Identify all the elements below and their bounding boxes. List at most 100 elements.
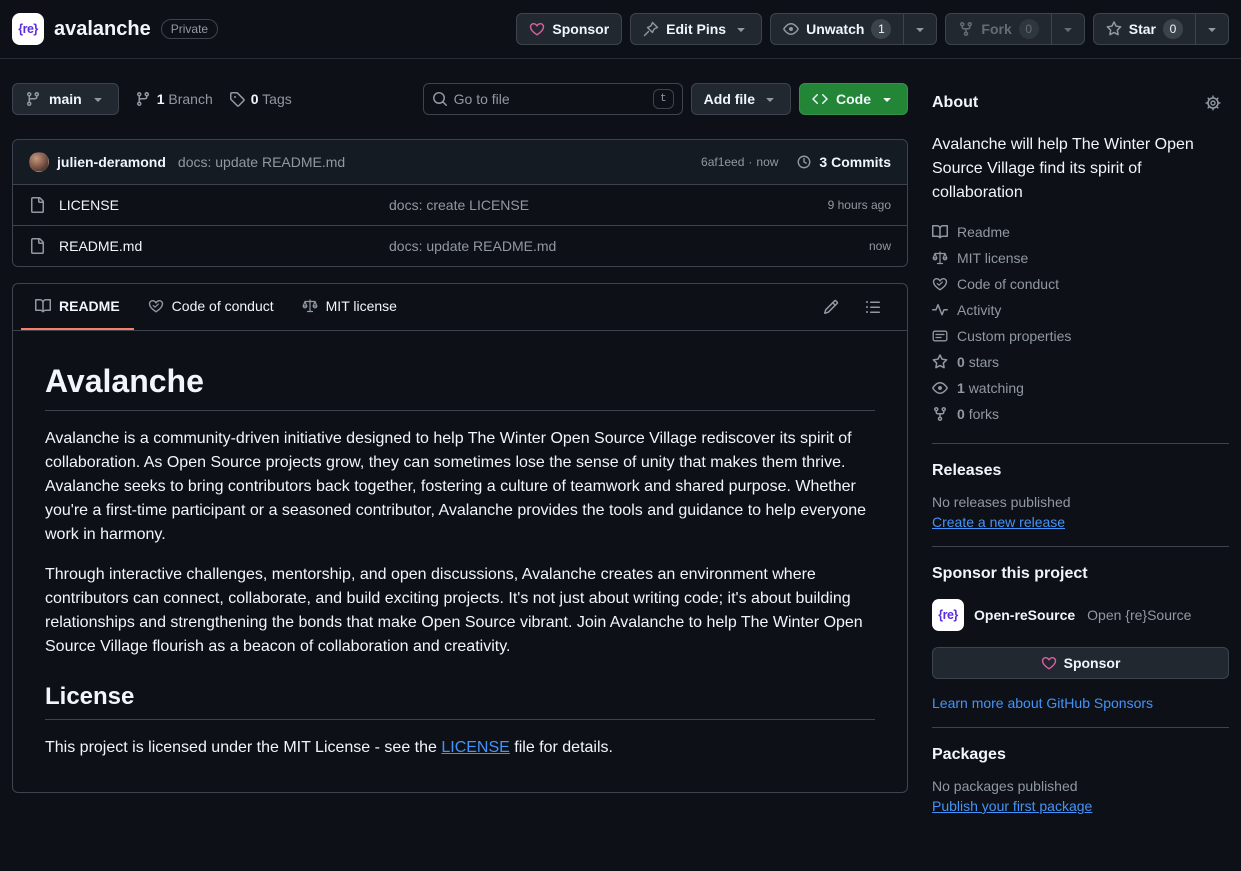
- org-avatar[interactable]: {re}: [12, 13, 44, 45]
- code-button[interactable]: Code: [799, 83, 908, 115]
- add-file-button[interactable]: Add file: [691, 83, 791, 115]
- chevron-down-icon: [912, 21, 928, 37]
- license-file-link[interactable]: LICENSE: [441, 739, 509, 756]
- publish-package-link[interactable]: Publish your first package: [932, 798, 1092, 814]
- commit-sha-time: 6af1eed · now: [701, 155, 778, 169]
- sidebar-item-mit-license[interactable]: MIT license: [932, 245, 1229, 271]
- create-release-link[interactable]: Create a new release: [932, 514, 1065, 530]
- dot-separator: ·: [748, 155, 752, 169]
- fork-icon: [958, 21, 974, 37]
- sidebar-item-code-of-conduct[interactable]: Code of conduct: [932, 271, 1229, 297]
- toolbar-right: t Add file Code: [423, 83, 908, 115]
- sponsor-org-avatar[interactable]: {re}: [932, 599, 964, 631]
- about-heading: About: [932, 94, 978, 112]
- about-links: Readme MIT license Code of conduct Activ…: [932, 219, 1229, 427]
- packages-section: Packages No packages published Publish y…: [932, 727, 1229, 830]
- sponsor-org-name[interactable]: Open-reSource: [974, 607, 1075, 623]
- heart-icon: [529, 21, 545, 37]
- repo-title[interactable]: avalanche: [54, 18, 151, 41]
- releases-section: Releases No releases published Create a …: [932, 443, 1229, 546]
- chevron-down-icon: [733, 21, 749, 37]
- sidebar-item-readme[interactable]: Readme: [932, 219, 1229, 245]
- sidebar-item-activity[interactable]: Activity: [932, 297, 1229, 323]
- file-table: julien-deramond docs: update README.md 6…: [12, 139, 908, 267]
- branches-link[interactable]: 1 Branch: [135, 91, 213, 107]
- goto-file-shortcut-key: t: [653, 89, 674, 109]
- license-heading: License: [45, 683, 875, 720]
- commit-author-avatar[interactable]: [29, 152, 49, 172]
- visibility-badge: Private: [161, 19, 218, 39]
- sidebar-item-watching[interactable]: 1 watching: [932, 375, 1229, 401]
- learn-more-sponsors-link[interactable]: Learn more about GitHub Sponsors: [932, 695, 1153, 711]
- list-unordered-icon: [865, 299, 881, 315]
- releases-empty-text: No releases published: [932, 494, 1229, 510]
- sidebar-item-stars[interactable]: 0 stars: [932, 349, 1229, 375]
- readme-paragraph: Avalanche is a community-driven initiati…: [45, 427, 875, 547]
- file-link[interactable]: LICENSE: [29, 197, 389, 213]
- code-of-conduct-icon: [148, 298, 164, 314]
- gear-icon: [1205, 95, 1221, 111]
- sidebar-item-forks[interactable]: 0 forks: [932, 401, 1229, 427]
- tags-link[interactable]: 0 Tags: [229, 91, 292, 107]
- sponsor-org-description: Open {re}Source: [1087, 607, 1191, 623]
- git-branch-icon: [25, 91, 41, 107]
- commit-message-link[interactable]: docs: update README.md: [178, 154, 345, 170]
- page-layout: main 1 Branch 0 Tags t: [0, 59, 1241, 830]
- readme-body: Avalanche Avalanche is a community-drive…: [13, 331, 907, 792]
- book-icon: [35, 298, 51, 314]
- packages-empty-text: No packages published: [932, 778, 1229, 794]
- code-of-conduct-icon: [932, 276, 948, 292]
- code-icon: [812, 91, 828, 107]
- packages-heading: Packages: [932, 746, 1229, 764]
- heart-icon: [1041, 655, 1057, 671]
- law-icon: [932, 250, 948, 266]
- tab-readme[interactable]: README: [21, 284, 134, 330]
- commit-time: now: [756, 155, 778, 169]
- table-row[interactable]: LICENSE docs: create LICENSE 9 hours ago: [13, 184, 907, 225]
- fork-dropdown-button[interactable]: [1051, 13, 1085, 45]
- chevron-down-icon: [879, 91, 895, 107]
- commit-history-link[interactable]: 3 Commits: [796, 154, 891, 170]
- chevron-down-icon: [1060, 21, 1076, 37]
- commit-meta-area: 6af1eed · now 3 Commits: [701, 154, 891, 170]
- star-count: 0: [1163, 19, 1183, 39]
- sponsor-button[interactable]: Sponsor: [516, 13, 622, 45]
- file-icon: [29, 197, 45, 213]
- outline-toc-button[interactable]: [857, 291, 889, 323]
- git-branch-icon: [135, 91, 151, 107]
- sidebar-item-custom-properties[interactable]: Custom properties: [932, 323, 1229, 349]
- readme-paragraph: Through interactive challenges, mentorsh…: [45, 563, 875, 659]
- commit-author-link[interactable]: julien-deramond: [57, 154, 166, 170]
- edit-readme-button[interactable]: [815, 291, 847, 323]
- sponsor-project-button[interactable]: Sponsor: [932, 647, 1229, 679]
- commit-sha-link[interactable]: 6af1eed: [701, 155, 744, 169]
- table-row[interactable]: README.md docs: update README.md now: [13, 225, 907, 266]
- branch-selector[interactable]: main: [12, 83, 119, 115]
- star-button[interactable]: Star 0: [1093, 13, 1196, 45]
- tab-code-of-conduct[interactable]: Code of conduct: [134, 284, 288, 330]
- fork-button-group: Fork 0: [945, 13, 1084, 45]
- releases-heading: Releases: [932, 462, 1229, 480]
- edit-pins-button[interactable]: Edit Pins: [630, 13, 762, 45]
- fork-icon: [932, 406, 948, 422]
- unwatch-button[interactable]: Unwatch 1: [770, 13, 904, 45]
- pencil-icon: [823, 299, 839, 315]
- file-commit-message[interactable]: docs: update README.md: [389, 238, 721, 254]
- watch-dropdown-button[interactable]: [903, 13, 937, 45]
- watch-count: 1: [871, 19, 891, 39]
- search-icon: [432, 91, 448, 107]
- sponsor-org-row: {re} Open-reSource Open {re}Source: [932, 599, 1229, 631]
- star-dropdown-button[interactable]: [1195, 13, 1229, 45]
- file-link[interactable]: README.md: [29, 238, 389, 254]
- fork-count: 0: [1019, 19, 1039, 39]
- watch-button-group: Unwatch 1: [770, 13, 937, 45]
- license-paragraph: This project is licensed under the MIT L…: [45, 736, 875, 760]
- ref-links: 1 Branch 0 Tags: [135, 91, 292, 107]
- fork-button[interactable]: Fork 0: [945, 13, 1051, 45]
- tab-mit-license[interactable]: MIT license: [288, 284, 411, 330]
- goto-file-input[interactable]: [454, 91, 647, 107]
- file-commit-message[interactable]: docs: create LICENSE: [389, 197, 721, 213]
- readme-actions: [815, 291, 899, 323]
- edit-repo-details-button[interactable]: [1197, 87, 1229, 119]
- repo-identity: {re} avalanche Private: [12, 13, 218, 45]
